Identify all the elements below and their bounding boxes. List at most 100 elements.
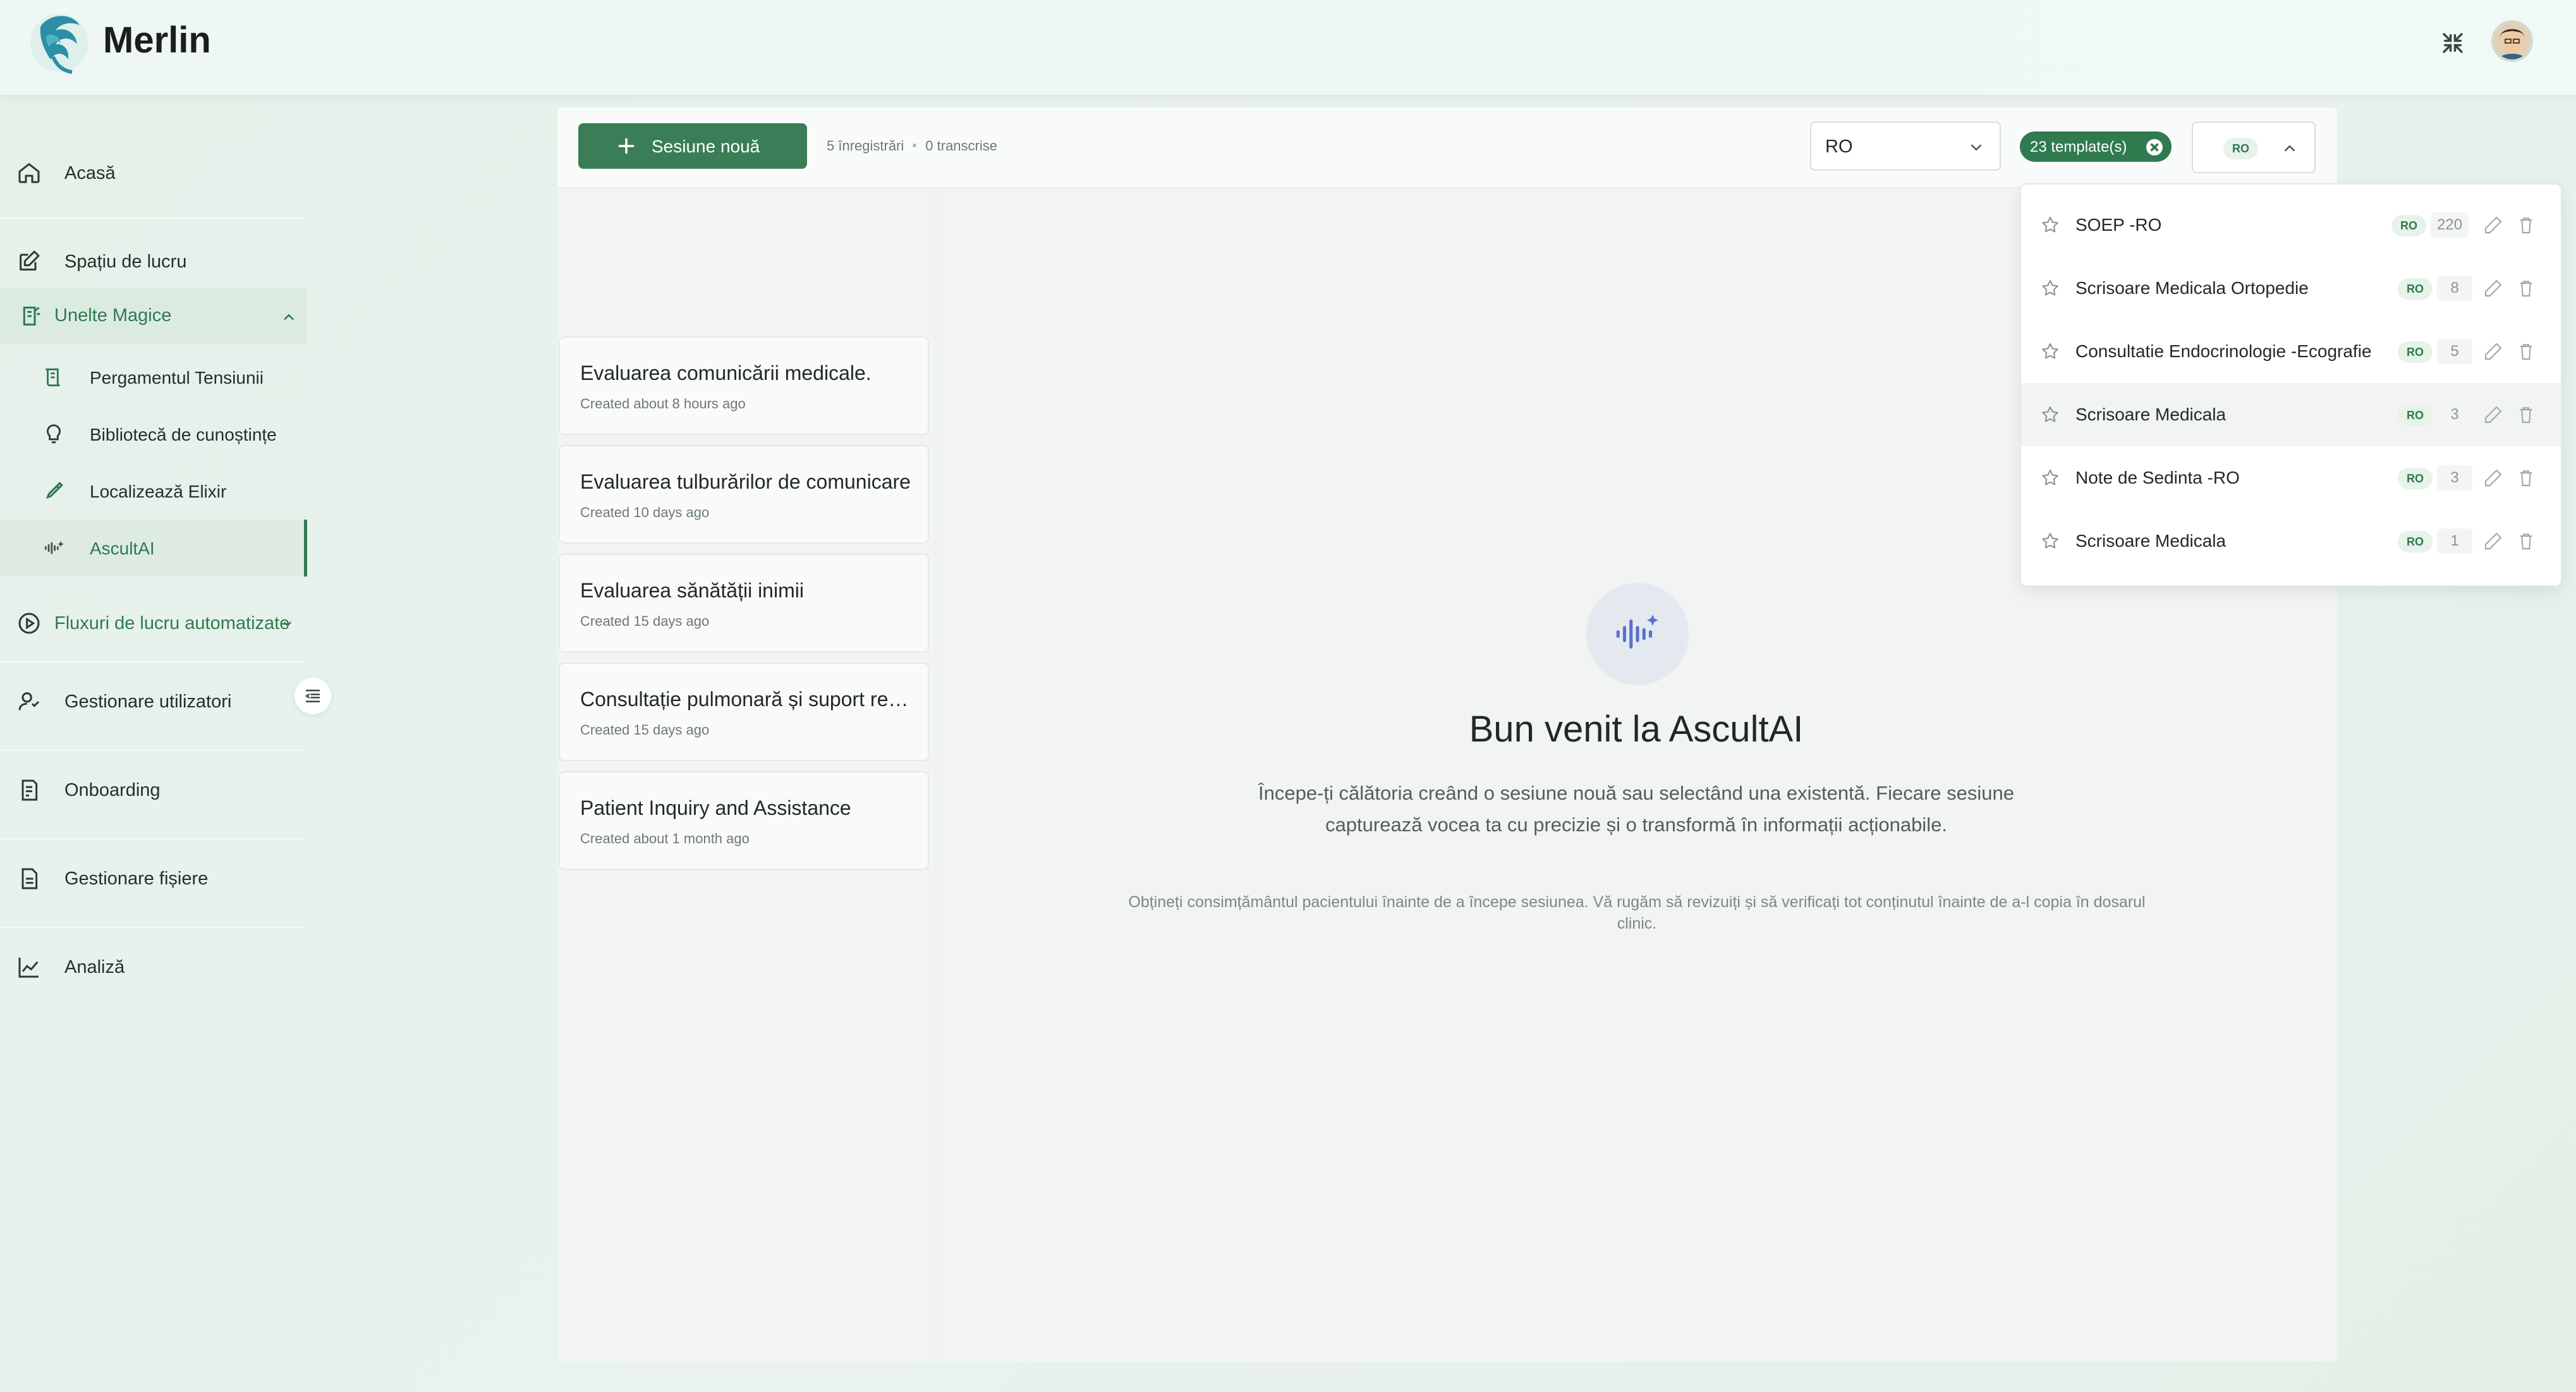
template-usage-count: 8 [2437, 276, 2472, 301]
pencil-icon[interactable] [2483, 215, 2503, 235]
template-option[interactable]: Scrisoare Medicala RO 1 [2021, 510, 2561, 573]
pencil-icon[interactable] [2483, 405, 2503, 425]
sidebar-item-label: Analiză [64, 957, 125, 977]
session-title: Evaluarea tulburărilor de comunicare [580, 470, 911, 493]
chevron-up-icon[interactable] [280, 308, 298, 326]
sidebar-item-gestionare-fisiere[interactable]: Gestionare fișiere [0, 843, 303, 913]
star-icon[interactable] [2040, 278, 2060, 298]
consent-note: Obțineți consimțământul pacientului înai… [1128, 893, 2146, 932]
pencil-icon[interactable] [2483, 341, 2503, 362]
files-icon [21, 868, 38, 889]
trash-icon[interactable] [2516, 405, 2536, 425]
session-title: Evaluarea sănătății inimii [580, 579, 804, 602]
new-session-label: Sesiune nouă [652, 137, 760, 156]
lightbulb-icon [47, 424, 61, 444]
trash-icon[interactable] [2516, 531, 2536, 551]
session-title: Patient Inquiry and Assistance [580, 797, 851, 819]
session-card[interactable]: Evaluarea tulburărilor de comunicare Cre… [559, 445, 929, 544]
sidebar-toggle-button[interactable] [295, 678, 331, 714]
plus-icon [618, 138, 635, 154]
pencil-icon[interactable] [2483, 278, 2503, 298]
template-name: Scrisoare Medicala [2075, 405, 2227, 424]
sidebar-subitem-localizeaza-elixir[interactable]: Localizează Elixir [0, 463, 307, 520]
home-icon [18, 163, 40, 183]
users-icon [18, 692, 40, 711]
sidebar-item-analiza[interactable]: Analiză [0, 932, 303, 1001]
sidebar-item-label: Onboarding [64, 780, 161, 800]
collapse-icon[interactable] [2439, 30, 2466, 56]
chart-icon [18, 958, 39, 978]
star-icon[interactable] [2040, 468, 2060, 488]
star-icon[interactable] [2040, 531, 2060, 551]
top-header: Merlin [0, 0, 2576, 95]
session-created: Created about 1 month ago [580, 831, 750, 846]
sidebar-item-gestionare-utilizatori[interactable]: Gestionare utilizatori [0, 666, 303, 736]
templates-count-label: 23 template(s) [2030, 138, 2127, 156]
template-option[interactable]: Scrisoare Medicala Ortopedie RO 8 [2021, 257, 2561, 320]
trash-icon[interactable] [2516, 215, 2536, 235]
sidebar-item-acasa[interactable]: Acasă [0, 138, 303, 207]
template-option[interactable]: Consultatie Endocrinologie -Ecografie RO… [2021, 320, 2561, 383]
trash-icon[interactable] [2516, 278, 2536, 298]
sidebar-item-label: Gestionare fișiere [64, 869, 209, 889]
template-option[interactable]: Scrisoare Medicala RO 3 [2021, 383, 2561, 446]
star-icon[interactable] [2040, 405, 2060, 425]
template-language-badge: RO [2398, 531, 2433, 553]
separator-dot [913, 143, 917, 148]
pencil-icon[interactable] [2483, 531, 2503, 551]
session-card[interactable]: Patient Inquiry and Assistance Created a… [559, 771, 929, 870]
template-language-badge: RO [2398, 341, 2433, 363]
magic-tools-icon [23, 307, 40, 326]
template-usage-count: 5 [2437, 339, 2472, 364]
sidebar-group-unelte-magice[interactable]: Unelte Magice [0, 288, 307, 345]
chevron-up-icon [2284, 145, 2295, 152]
welcome-subtitle: Începe-ți călătoria creând o sesiune nou… [1258, 782, 2014, 836]
templates-count-chip[interactable]: 23 template(s) [2020, 131, 2172, 162]
app-name: Merlin [103, 20, 211, 61]
sidebar-subitem-ascultai[interactable]: AscultAI [0, 520, 307, 577]
template-name: SOEP -RO [2075, 215, 2162, 235]
sidebar-divider [0, 927, 303, 928]
trash-icon[interactable] [2516, 341, 2536, 362]
user-avatar[interactable] [2491, 20, 2533, 62]
template-usage-count: 220 [2431, 212, 2469, 238]
sidebar-item-fluxuri[interactable]: Fluxuri de lucru automatizate [0, 588, 303, 657]
sidebar-item-label: Acasă [64, 163, 116, 183]
template-option[interactable]: Note de Sedinta -RO RO 3 [2021, 446, 2561, 510]
sidebar-item-spatiu-de-lucru[interactable]: Spațiu de lucru [0, 225, 303, 295]
template-usage-count: 3 [2437, 465, 2472, 491]
onboarding-icon [21, 779, 38, 801]
session-toolbar: Sesiune nouă 5 înregistrări 0 transcrise … [557, 107, 2337, 188]
sidebar-group-label: Unelte Magice [54, 305, 172, 326]
sidebar-divider [0, 750, 303, 751]
sidebar-item-onboarding[interactable]: Onboarding [0, 755, 303, 824]
session-stats: 5 înregistrări 0 transcrise [827, 138, 997, 154]
sidebar-item-label: Spațiu de lucru [64, 252, 187, 272]
pencil-icon[interactable] [2483, 468, 2503, 488]
scroll-icon [46, 368, 60, 387]
trash-icon[interactable] [2516, 468, 2536, 488]
sidebar-divider [0, 217, 303, 219]
language-badge: RO [2223, 138, 2258, 159]
template-option[interactable]: SOEP -RO RO 220 [2021, 193, 2561, 257]
play-circle-icon [18, 613, 40, 634]
new-session-button[interactable]: Sesiune nouă [578, 123, 807, 169]
sidebar-subitem-pergamentul-tensiunii[interactable]: Pergamentul Tensiunii [0, 349, 307, 406]
session-card[interactable]: Evaluarea sănătății inimii Created 15 da… [559, 554, 929, 652]
session-created: Created about 8 hours ago [580, 396, 746, 412]
sidebar-subitem-label: Localizează Elixir [90, 482, 227, 501]
template-name: Scrisoare Medicala [2075, 531, 2227, 551]
welcome-badge [1586, 583, 1689, 685]
sidebar-subitem-label: Pergamentul Tensiunii [90, 368, 264, 388]
sidebar-divider [0, 838, 303, 839]
recordings-count: 5 înregistrări [827, 138, 904, 154]
language-select[interactable]: RO [1810, 121, 2001, 171]
template-select[interactable]: RO [2192, 121, 2316, 173]
chevron-down-icon[interactable] [281, 617, 295, 631]
star-icon[interactable] [2040, 341, 2060, 362]
session-card[interactable]: Evaluarea comunicării medicale. Created … [559, 336, 929, 435]
clear-icon[interactable] [2146, 139, 2163, 156]
star-icon[interactable] [2040, 215, 2060, 235]
sidebar-subitem-biblioteca[interactable]: Bibliotecă de cunoștințe [0, 406, 307, 463]
session-title: Evaluarea comunicării medicale. [580, 362, 872, 384]
